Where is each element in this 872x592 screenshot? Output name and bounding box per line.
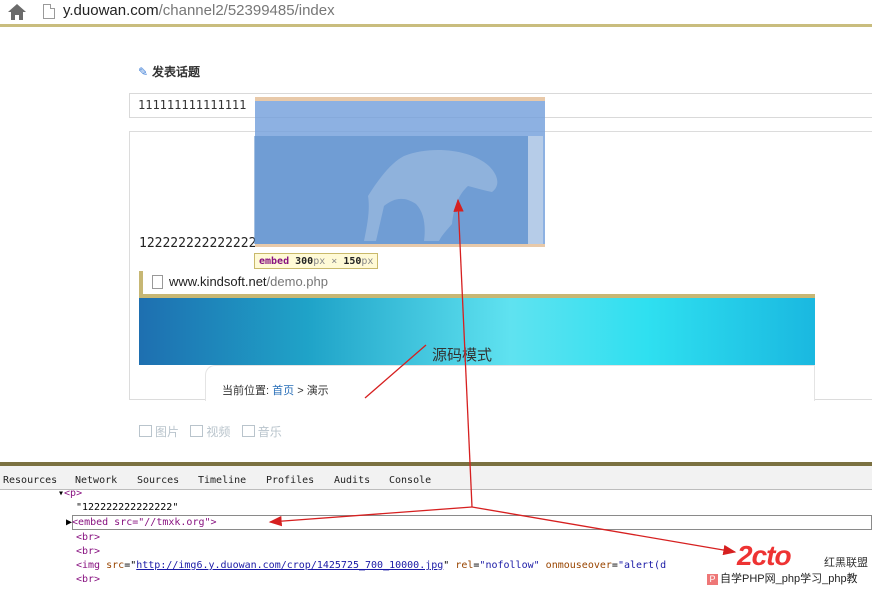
dom-node-embed[interactable]: ▶<embed src="//tmxk.org"> [66,517,217,528]
media-toolbar: 图片 视频 音乐 [139,423,290,440]
embed-size-tooltip: embed 300px × 150px [254,253,379,269]
p-tag: <p> [64,488,83,499]
body-text: 122222222222222 [139,236,257,251]
tab-network[interactable]: Network [75,475,117,486]
tab-sources[interactable]: Sources [137,475,179,486]
breadcrumb-home-link[interactable]: 首页 [272,385,294,397]
tooltip-width: 300 [295,256,314,267]
address-bar[interactable]: y.duowan.com/channel2/52399485/index [0,0,872,27]
tab-resources[interactable]: Resources [3,475,57,486]
iframe-address-bar: www.kindsoft.net/demo.php [139,271,815,296]
dom-text-node[interactable]: "122222222222222" [76,502,178,513]
tooltip-tag: embed [259,256,290,267]
music-icon [241,425,255,437]
insert-image-button[interactable]: 图片 [139,423,179,440]
iframe-url-path: /demo.php [266,274,328,289]
img-src-link[interactable]: http://img6.y.duowan.com/crop/1425725_70… [136,560,443,571]
insert-image-label: 图片 [155,425,180,439]
image-icon [139,425,152,437]
img-tag: <img [76,560,101,571]
source-mode-annotation: 源码模式 [432,347,493,364]
insert-video-button[interactable]: 视频 [190,423,230,440]
watermark-caption: 红黑联盟 [824,557,868,569]
img-onmouseover-value: "alert(d [617,560,667,571]
watermark-logo: 2cto [737,540,792,571]
post-heading-label: 发表话题 [152,65,201,79]
insert-music-label: 音乐 [257,425,282,439]
dom-node-br[interactable]: <br> [76,532,100,543]
php-badge-icon: P [707,574,718,585]
screenshot-root: y.duowan.com/channel2/52399485/index ✎ 发表… [0,0,872,592]
watermark-footer-text: 自学PHP网_php学习_php教 [720,573,858,585]
breadcrumb-current: 演示 [306,385,329,397]
img-rel-attr: rel [455,560,474,571]
embed-tag: <embed src="//tmxk.org"> [72,517,217,528]
breadcrumb: 当前位置: 首页 > 演示 [222,382,329,398]
tooltip-times: × [331,256,338,267]
insert-music-button[interactable]: 音乐 [241,423,282,440]
page-icon [152,275,163,289]
pencil-icon: ✎ [138,65,149,79]
url-text[interactable]: y.duowan.com/channel2/52399485/index [63,1,335,21]
tooltip-height: 150 [343,256,362,267]
url-host: y.duowan.com [63,2,159,19]
iframe-url: www.kindsoft.net/demo.php [169,274,328,289]
tooltip-width-unit: px [313,256,326,267]
embed-content [254,136,528,244]
img-onmouseover-attr: onmouseover [545,560,612,571]
url-path: /channel2/52399485/index [158,2,335,19]
insert-video-label: 视频 [206,425,231,439]
breadcrumb-separator: > [297,385,304,397]
dom-node-img[interactable]: <img src="http://img6.y.duowan.com/crop/… [76,560,666,571]
page-icon [43,4,55,19]
watermark-footer: P 自学PHP网_php学习_php教 [705,570,858,586]
embed-scrollbar[interactable] [528,136,543,244]
dom-node-br[interactable]: <br> [76,546,100,557]
dom-node-p[interactable]: ▾<p> [58,488,82,499]
tab-console[interactable]: Console [389,475,431,486]
video-icon [190,425,204,437]
tab-profiles[interactable]: Profiles [266,475,314,486]
post-heading: ✎ 发表话题 [138,63,200,81]
img-rel-value: "nofollow" [479,560,540,571]
devtools-tabbar: Resources Network Sources Timeline Profi… [0,462,872,490]
img-src-attr: src [106,560,125,571]
home-icon[interactable] [6,2,28,22]
horse-logo-icon [364,150,498,241]
dom-node-br[interactable]: <br> [76,574,100,585]
breadcrumb-label: 当前位置: [222,385,270,397]
iframe-url-host: www.kindsoft.net [169,274,267,289]
tooltip-height-unit: px [361,256,374,267]
tab-audits[interactable]: Audits [334,475,370,486]
tab-timeline[interactable]: Timeline [198,475,246,486]
